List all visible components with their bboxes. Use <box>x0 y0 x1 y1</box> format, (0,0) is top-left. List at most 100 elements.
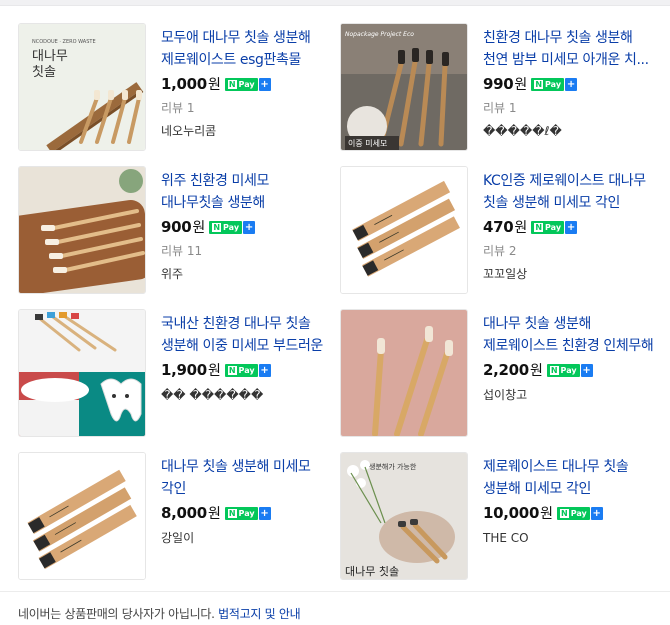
product-image: NCODOUE · ZERO WASTE 대나무 칫솔 <box>19 24 145 150</box>
product-card[interactable]: 대나무 칫솔 생분해 제로웨이스트 친환경 인체무해 2,200 원 N Pay + … <box>340 309 660 451</box>
price-currency: 원 <box>514 77 528 93</box>
product-card[interactable]: 위주 친환경 미세모 대나무칫솔 생분해 제로웨이스트 친... 900원 NP… <box>18 166 338 308</box>
review-count[interactable]: 리뷰 11 <box>161 242 333 260</box>
price-currency: 원 <box>540 506 553 522</box>
price-row: 8,000 원 N Pay + <box>161 502 333 524</box>
seller-name[interactable]: 위주 <box>161 266 333 282</box>
product-thumbnail[interactable]: 이중 미세모 Nopackage Project Eco <box>340 23 468 151</box>
seller-name[interactable]: �����ℓ� <box>483 123 655 139</box>
product-thumbnail[interactable] <box>18 166 146 294</box>
product-title[interactable]: 제로웨이스트 대나무 칫솔 생분해 미세모 각인 <box>483 456 655 500</box>
product-thumbnail[interactable] <box>18 309 146 437</box>
price-currency: 원 <box>207 363 221 379</box>
product-title[interactable]: 대나무 칫솔 생분해 제로웨이스트 친환경 인체무해 <box>483 313 655 357</box>
product-card[interactable]: KC인증 제로웨이스트 대나무 칫솔 생분해 미세모 각인 470 원 N Pay +… <box>340 166 660 308</box>
npay-plus-icon: + <box>580 363 593 377</box>
seller-name[interactable]: 네오누리콤 <box>161 123 333 139</box>
price-row: 990 원 N Pay + <box>483 73 655 95</box>
price-row: 1,000 원 N Pay + <box>161 73 333 95</box>
product-title[interactable]: 모두애 대나무 칫솔 생분해 제로웨이스트 esg판촉물 <box>161 27 333 71</box>
product-thumbnail[interactable] <box>340 166 468 294</box>
top-divider <box>0 0 670 6</box>
review-count[interactable]: 리뷰 1 <box>483 99 655 117</box>
npay-plus-icon: + <box>243 220 256 234</box>
product-price: 10,000 <box>483 504 540 522</box>
thumb-brand-text: 대나무 <box>32 49 68 64</box>
product-price: 470 <box>483 218 514 236</box>
npay-plus-icon: + <box>258 77 271 91</box>
product-info: 대나무 칫솔 생분해 미세모 각인 8,000 원 N Pay + 강일이 <box>161 456 333 546</box>
price-currency: 원 <box>207 77 221 93</box>
product-price: 990 <box>483 75 514 93</box>
product-thumbnail[interactable]: 생분해가 가능한 대나무 칫솔 <box>340 452 468 580</box>
seller-name[interactable]: 섭이창고 <box>483 387 655 403</box>
svg-text:칫솔: 칫솔 <box>32 65 56 80</box>
product-info: KC인증 제로웨이스트 대나무 칫솔 생분해 미세모 각인 470 원 N Pay +… <box>483 170 655 282</box>
product-price: 8,000 <box>161 504 207 522</box>
product-price: 1,900 <box>161 361 207 379</box>
product-info: 친환경 대나무 칫솔 생분해 천연 밤부 미세모 아개운 치... 990 원 N… <box>483 27 655 139</box>
product-image: 이중 미세모 Nopackage Project Eco <box>341 24 467 150</box>
legal-notice-link[interactable]: 법적고지 및 안내 <box>218 607 301 621</box>
product-title[interactable]: KC인증 제로웨이스트 대나무 칫솔 생분해 미세모 각인 <box>483 170 655 214</box>
price-currency: 원 <box>207 506 221 522</box>
product-thumbnail[interactable]: NCODOUE · ZERO WASTE 대나무 칫솔 <box>18 23 146 151</box>
product-image <box>19 453 145 579</box>
product-info: 국내산 친환경 대나무 칫솔 생분해 이중 미세모 부드러운 1,900 원 NP… <box>161 313 333 403</box>
price-currency: 원 <box>192 220 206 236</box>
price-row: 470 원 N Pay + <box>483 216 655 238</box>
thumb-small-text: 생분해가 가능한 <box>369 462 417 471</box>
price-row: 900 원 N Pay + <box>161 216 333 238</box>
seller-name[interactable]: 강일이 <box>161 530 333 546</box>
price-currency: 원 <box>514 220 528 236</box>
seller-name[interactable]: THE CO <box>483 530 655 546</box>
product-card[interactable]: 대나무 칫솔 생분해 미세모 각인 8,000 원 N Pay + 강일이 <box>18 452 338 594</box>
product-image <box>341 310 467 436</box>
thumb-caption: 대나무 칫솔 <box>345 565 399 578</box>
product-title[interactable]: 위주 친환경 미세모 대나무칫솔 생분해 제로웨이스트 친... <box>161 170 333 214</box>
product-thumbnail[interactable] <box>18 452 146 580</box>
npay-plus-icon: + <box>258 506 271 520</box>
seller-name[interactable]: 꼬꼬일상 <box>483 266 655 282</box>
price-row: 1,900 원 N Pay + <box>161 359 333 381</box>
product-info: 모두애 대나무 칫솔 생분해 제로웨이스트 esg판촉물 1,000 원 N Pay… <box>161 27 333 139</box>
product-info: 위주 친환경 미세모 대나무칫솔 생분해 제로웨이스트 친... 900원 NP… <box>161 170 333 282</box>
product-info: 대나무 칫솔 생분해 제로웨이스트 친환경 인체무해 2,200 원 N Pay + … <box>483 313 655 403</box>
thumb-caption: 이중 미세모 <box>348 138 387 148</box>
npay-badge: N Pay + <box>556 506 603 520</box>
product-title[interactable]: 국내산 친환경 대나무 칫솔 생분해 이중 미세모 부드러운 <box>161 313 333 357</box>
product-thumbnail[interactable] <box>340 309 468 437</box>
product-card[interactable]: 이중 미세모 Nopackage Project Eco 친환경 대나무 칫솔 … <box>340 23 660 165</box>
npay-plus-icon: + <box>590 506 603 520</box>
product-price: 1,000 <box>161 75 207 93</box>
npay-badge: N Pay + <box>531 220 578 234</box>
price-row: 10,000 원 N Pay + <box>483 502 655 524</box>
thumb-small-text: Nopackage Project Eco <box>345 31 414 38</box>
product-card[interactable]: 생분해가 가능한 대나무 칫솔 제로웨이스트 대나무 칫솔 생분해 미세모 각인… <box>340 452 660 594</box>
footer: 네이버는 상품판매의 당사자가 아닙니다. 법적고지 및 안내 <box>0 591 670 625</box>
price-row: 2,200 원 N Pay + <box>483 359 655 381</box>
product-card[interactable]: 국내산 친환경 대나무 칫솔 생분해 이중 미세모 부드러운 1,900 원 NP… <box>18 309 338 451</box>
npay-badge: N Pay + <box>209 220 256 234</box>
product-image: 생분해가 가능한 대나무 칫솔 <box>341 453 467 579</box>
review-count[interactable]: 리뷰 2 <box>483 242 655 260</box>
thumb-small-text: NCODOUE · ZERO WASTE <box>32 39 96 45</box>
product-card[interactable]: NCODOUE · ZERO WASTE 대나무 칫솔 모두애 대나무 칫솔 생… <box>18 23 338 165</box>
npay-badge: N Pay + <box>546 363 593 377</box>
product-image <box>19 167 145 293</box>
product-price: 2,200 <box>483 361 529 379</box>
price-currency: 원 <box>529 363 543 379</box>
npay-plus-icon: + <box>565 77 578 91</box>
npay-badge: N Pay + <box>224 77 271 91</box>
product-info: 제로웨이스트 대나무 칫솔 생분해 미세모 각인 10,000 원 N Pay + T… <box>483 456 655 546</box>
product-price: 900 <box>161 218 192 236</box>
product-title[interactable]: 대나무 칫솔 생분해 미세모 각인 <box>161 456 333 500</box>
product-image <box>19 310 145 436</box>
seller-name[interactable]: �� ������ <box>161 387 333 403</box>
npay-badge: N Pay + <box>224 363 271 377</box>
npay-badge: N Pay + <box>224 506 271 520</box>
footer-disclaimer: 네이버는 상품판매의 당사자가 아닙니다. <box>18 607 215 621</box>
npay-plus-icon: + <box>565 220 578 234</box>
review-count[interactable]: 리뷰 1 <box>161 99 333 117</box>
product-title[interactable]: 친환경 대나무 칫솔 생분해 천연 밤부 미세모 아개운 치... <box>483 27 655 71</box>
